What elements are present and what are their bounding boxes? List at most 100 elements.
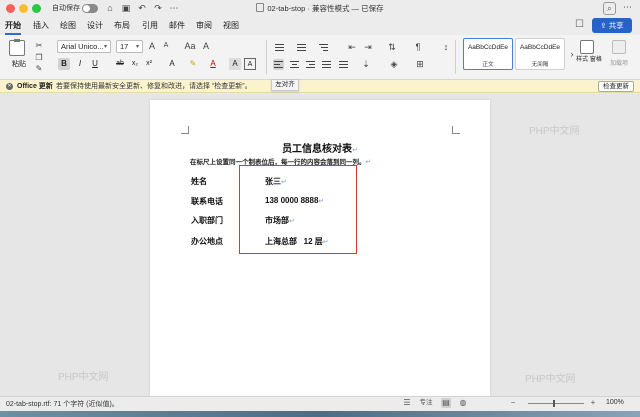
text-direction-icon[interactable]: ⇣: [360, 58, 372, 70]
addins-icon[interactable]: [612, 40, 626, 54]
strikethrough-button[interactable]: ab: [114, 58, 126, 70]
style-normal[interactable]: AaBbCcDdEe 正文: [463, 38, 513, 70]
tooltip: 左对齐: [271, 79, 299, 91]
line-spacing-icon[interactable]: ↕: [440, 41, 452, 53]
style-sample: AaBbCcDdEe: [519, 44, 561, 51]
close-icon[interactable]: ✕: [6, 83, 13, 90]
paste-label[interactable]: 粘贴: [12, 59, 26, 69]
chevron-down-icon: ▾: [136, 44, 140, 50]
styles-pane-label[interactable]: 样式 窗格: [574, 57, 604, 64]
styles-pane-icon[interactable]: [580, 40, 594, 54]
focus-icon[interactable]: ☰: [402, 398, 412, 408]
watermark: PHP中文网: [58, 372, 109, 383]
tab-mailings[interactable]: 邮件: [169, 20, 185, 31]
align-center-button[interactable]: [289, 59, 300, 70]
char-border-icon[interactable]: A: [244, 58, 256, 70]
document-icon: [256, 3, 265, 12]
tab-layout[interactable]: 布局: [114, 20, 130, 31]
watermark: PHP中文网: [529, 126, 580, 137]
paste-icon[interactable]: [9, 39, 25, 56]
web-layout-icon[interactable]: ◍: [458, 398, 468, 408]
focus-label[interactable]: 专注: [416, 398, 436, 408]
numbering-icon[interactable]: [296, 42, 307, 53]
check-updates-button[interactable]: 检查更新: [598, 81, 634, 92]
notice-title: Office 更新: [17, 83, 53, 90]
paragraph-mark: ↵: [352, 147, 358, 154]
margin-corner-mark: [181, 126, 189, 134]
sort-icon[interactable]: ⇅: [386, 41, 398, 53]
update-notice-bar: ✕ Office 更新 若要保持使用最新安全更新、修复和改进，请选择 “检查更新…: [0, 80, 640, 93]
multilevel-list-icon[interactable]: [318, 42, 329, 53]
margin-corner-mark: [452, 126, 460, 134]
row-label-name: 姓名: [191, 177, 207, 186]
increase-indent-icon[interactable]: ⇥: [362, 41, 374, 53]
zoom-level[interactable]: 100%: [606, 398, 624, 408]
subscript-button[interactable]: x₂: [129, 58, 141, 70]
clear-format-icon[interactable]: A: [200, 40, 212, 52]
desktop-strip: [0, 411, 640, 417]
borders-icon[interactable]: ⊞: [414, 58, 426, 70]
account-icon[interactable]: ⋯: [623, 2, 632, 13]
tab-review[interactable]: 审阅: [196, 20, 212, 31]
watermark: PHP中文网: [525, 374, 576, 385]
tab-references[interactable]: 引用: [142, 20, 158, 31]
font-color-icon[interactable]: A: [207, 58, 219, 70]
notice-text: 若要保持使用最新安全更新、修复和改进，请选择 “检查更新”。: [56, 83, 252, 90]
row-label-phone: 联系电话: [191, 197, 223, 206]
search-icon[interactable]: ⌕: [603, 2, 616, 15]
row-label-office: 办公地点: [191, 237, 223, 246]
comment-icon[interactable]: ☐: [575, 19, 584, 30]
title-bar: 自动保存 ⌂ ▣ ↶ ↷ ⋯ 02-tab-stop · 兼容性模式 — 已保存…: [0, 0, 640, 17]
heading-text: 员工信息核对表: [282, 144, 353, 155]
format-painter-icon[interactable]: ✎: [33, 63, 45, 75]
status-text: 02-tab-stop.rtf: 71 个字符 (近似值)。: [6, 401, 119, 408]
divider: [455, 40, 456, 74]
zoom-slider-thumb[interactable]: [553, 400, 555, 407]
text-effects-icon[interactable]: A: [166, 58, 178, 70]
share-icon: ⇪: [600, 21, 609, 30]
share-button[interactable]: ⇪ 共享: [592, 18, 632, 33]
highlight-box: [239, 165, 357, 254]
cut-icon[interactable]: ✂: [33, 40, 45, 52]
ribbon-tabs: 开始 插入 绘图 设计 布局 引用 邮件 审阅 视图: [0, 17, 640, 35]
bold-button[interactable]: B: [58, 58, 70, 70]
underline-button[interactable]: U: [89, 58, 101, 70]
style-sample: AaBbCcDdEe: [467, 44, 509, 51]
document-title: 02-tab-stop · 兼容性模式 — 已保存: [0, 3, 640, 14]
change-case-icon[interactable]: Aa: [184, 40, 196, 52]
share-label: 共享: [608, 21, 624, 30]
highlight-icon[interactable]: ✎: [187, 58, 199, 70]
show-marks-icon[interactable]: ¶: [412, 41, 424, 53]
addins-label[interactable]: 加载项: [604, 58, 634, 67]
print-layout-icon[interactable]: ▤: [441, 398, 451, 408]
tab-design[interactable]: 设计: [87, 20, 103, 31]
zoom-in-icon[interactable]: +: [588, 398, 598, 408]
bullets-icon[interactable]: [274, 42, 285, 53]
document-heading: 员工信息核对表↵: [150, 140, 490, 155]
shrink-font-icon[interactable]: A: [160, 40, 172, 52]
document-title-text: 02-tab-stop · 兼容性模式 — 已保存: [267, 4, 384, 13]
paragraph-mark: ↵: [365, 159, 372, 166]
style-no-spacing[interactable]: AaBbCcDdEe 无间隔: [515, 38, 565, 70]
grow-font-icon[interactable]: A: [146, 40, 158, 52]
chevron-down-icon: ▾: [104, 44, 108, 50]
decrease-indent-icon[interactable]: ⇤: [346, 41, 358, 53]
divider: [266, 40, 267, 74]
tab-view[interactable]: 视图: [223, 20, 239, 31]
shading-icon[interactable]: ◈: [388, 58, 400, 70]
italic-button[interactable]: I: [74, 58, 86, 70]
font-name-select[interactable]: Arial Unico...: [57, 40, 111, 53]
justify-button[interactable]: [321, 59, 332, 70]
superscript-button[interactable]: x²: [143, 58, 155, 70]
tab-draw[interactable]: 绘图: [60, 20, 76, 31]
distributed-button[interactable]: [338, 59, 349, 70]
tab-home[interactable]: 开始: [5, 20, 21, 31]
char-shading-icon[interactable]: A: [229, 58, 241, 70]
zoom-out-icon[interactable]: −: [508, 398, 518, 408]
zoom-slider[interactable]: [528, 403, 584, 404]
row-label-department: 入职部门: [191, 216, 223, 225]
align-right-button[interactable]: [305, 59, 316, 70]
tab-insert[interactable]: 插入: [33, 20, 49, 31]
align-left-button[interactable]: [273, 59, 284, 70]
style-name: 无间隔: [531, 62, 549, 68]
